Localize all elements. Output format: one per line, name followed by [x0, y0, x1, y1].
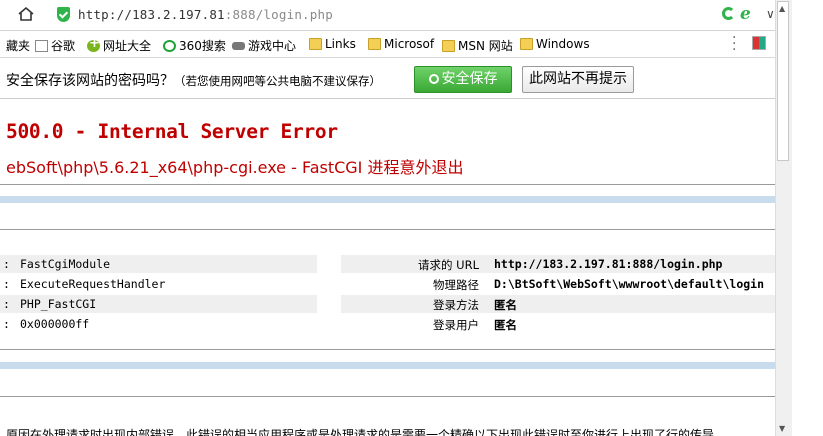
save-password-label: 安全保存 — [441, 71, 498, 87]
bookmark-msn[interactable]: MSN 网站 — [442, 37, 513, 54]
bookmark-windows[interactable]: Windows — [520, 37, 590, 51]
detail-right-cell: 登录用户 匿名 — [341, 315, 775, 333]
divider — [0, 184, 775, 185]
folder-icon — [368, 38, 381, 50]
bookmark-site-directory[interactable]: 网址大全 — [87, 36, 152, 54]
logon-user-label: 登录用户 — [433, 318, 479, 332]
error-title: 500.0 - Internal Server Error — [6, 120, 338, 143]
section-header-band — [0, 196, 775, 203]
security-shield-icon[interactable] — [57, 7, 70, 22]
bookmark-label: 360搜索 — [179, 39, 226, 53]
detail-right-cell: 请求的 URL http://183.2.197.81:888/login.php — [341, 255, 775, 273]
page-icon — [35, 40, 48, 52]
detail-left-cell: : PHP_FastCGI — [0, 295, 317, 313]
never-for-this-site-label: 此网站不再提示 — [529, 71, 627, 87]
divider — [0, 229, 775, 230]
refresh-icon[interactable] — [722, 7, 735, 20]
more-vertical-icon[interactable]: · · · — [732, 31, 736, 57]
scroll-up-icon[interactable]: ▲ — [779, 4, 785, 13]
bookmark-label: 谷歌 — [51, 39, 76, 53]
notification-value: ExecuteRequestHandler — [20, 277, 166, 291]
cause-text: 原因在外理请求时出现内部错误，此错误的相当应用程序或是处理请求的是需要一个精确以… — [6, 428, 715, 436]
handler-value: PHP_FastCGI — [20, 297, 97, 311]
detail-row: : ExecuteRequestHandler 物理路径 D:\BtSoft\Web… — [0, 275, 775, 293]
bookmark-google[interactable]: 谷歌 — [35, 37, 75, 54]
detail-row: : PHP_FastCGI 登录方法 匿名 — [0, 295, 775, 313]
detail-right-cell: 物理路径 D:\BtSoft\WebSoft\wwwroot\default\lo… — [341, 275, 775, 293]
url-field[interactable]: http://183.2.197.81:888/login.php — [78, 7, 333, 22]
folder-icon — [309, 38, 322, 50]
folder-icon — [442, 40, 455, 52]
ie-mode-icon[interactable]: e — [740, 4, 751, 24]
bookmark-label: Microsof — [384, 37, 435, 51]
bookmarks-bar: 藏夹 谷歌 网址大全 360搜索 游戏中心 Links Microsof MSN… — [0, 31, 775, 58]
divider — [0, 349, 775, 350]
physical-path-value: D:\BtSoft\WebSoft\wwwroot\default\login — [494, 277, 765, 291]
error-subtitle: ebSoft\php\5.6.21_x64\php-cgi.exe - Fast… — [6, 158, 464, 177]
bookmark-label: Links — [325, 37, 356, 51]
error-code-value: 0x000000ff — [20, 317, 90, 331]
bookmark-label: Windows — [536, 37, 590, 51]
save-password-bar: 安全保存该网站的密码吗？（若您使用网吧等公共电脑不建议保存） 安全保存 此网站不… — [0, 58, 775, 99]
physical-path-label: 物理路径 — [433, 278, 479, 292]
bookmark-links[interactable]: Links — [309, 37, 356, 51]
bookmark-label: 游戏中心 — [248, 39, 297, 53]
save-password-note: （若您使用网吧等公共电脑不建议保存） — [174, 74, 381, 88]
scrollbar-thumb[interactable] — [777, 1, 789, 161]
request-url-label: 请求的 URL — [418, 258, 479, 272]
url-host: http://183.2.197.81 — [78, 7, 225, 22]
module-value: FastCgiModule — [20, 257, 111, 271]
bookmark-game-center[interactable]: 游戏中心 — [232, 37, 296, 54]
request-url-value: http://183.2.197.81:888/login.php — [494, 257, 723, 271]
save-password-prompt: 安全保存该网站的密码吗？（若您使用网吧等公共电脑不建议保存） — [6, 70, 381, 90]
home-icon[interactable] — [17, 6, 35, 22]
url-path: :888/login.php — [224, 7, 333, 22]
detail-row: : FastCgiModule 请求的 URL http://183.2.197.8… — [0, 255, 775, 273]
plus-icon — [87, 36, 100, 52]
section-header-band — [0, 362, 775, 369]
logon-method-label: 登录方法 — [433, 298, 479, 312]
detail-left-cell: : FastCgiModule — [0, 255, 317, 273]
bookmark-favorites[interactable]: 藏夹 — [6, 37, 30, 54]
chevron-down-icon[interactable]: ∨ — [766, 7, 775, 21]
folder-icon — [520, 38, 533, 50]
detail-row: :0x000000ff 登录用户 匿名 — [0, 315, 775, 333]
detail-left-cell: : ExecuteRequestHandler — [3, 277, 166, 291]
bookmark-label: 藏夹 — [6, 39, 31, 53]
key-icon — [428, 74, 439, 84]
360-icon — [163, 40, 176, 52]
logon-user-value: 匿名 — [494, 318, 517, 332]
detail-left-cell: :0x000000ff — [3, 317, 90, 331]
bookmark-microsoft[interactable]: Microsof — [368, 37, 434, 51]
logon-method-value: 匿名 — [494, 298, 517, 312]
apps-grid-icon[interactable] — [752, 36, 766, 50]
bookmark-label: 网址大全 — [103, 39, 152, 53]
save-password-question: 安全保存该网站的密码吗？ — [6, 73, 174, 89]
bookmark-360-search[interactable]: 360搜索 — [163, 37, 226, 54]
address-bar: http://183.2.197.81:888/login.php e ∨ — [0, 0, 775, 31]
divider — [0, 396, 775, 397]
never-for-this-site-button[interactable]: 此网站不再提示 — [522, 66, 634, 93]
scroll-down-icon[interactable]: ▼ — [779, 424, 785, 433]
save-password-button[interactable]: 安全保存 — [414, 66, 512, 93]
bookmark-label: MSN 网站 — [458, 39, 513, 53]
gamepad-icon — [232, 42, 245, 50]
detail-right-cell: 登录方法 匿名 — [341, 295, 775, 313]
